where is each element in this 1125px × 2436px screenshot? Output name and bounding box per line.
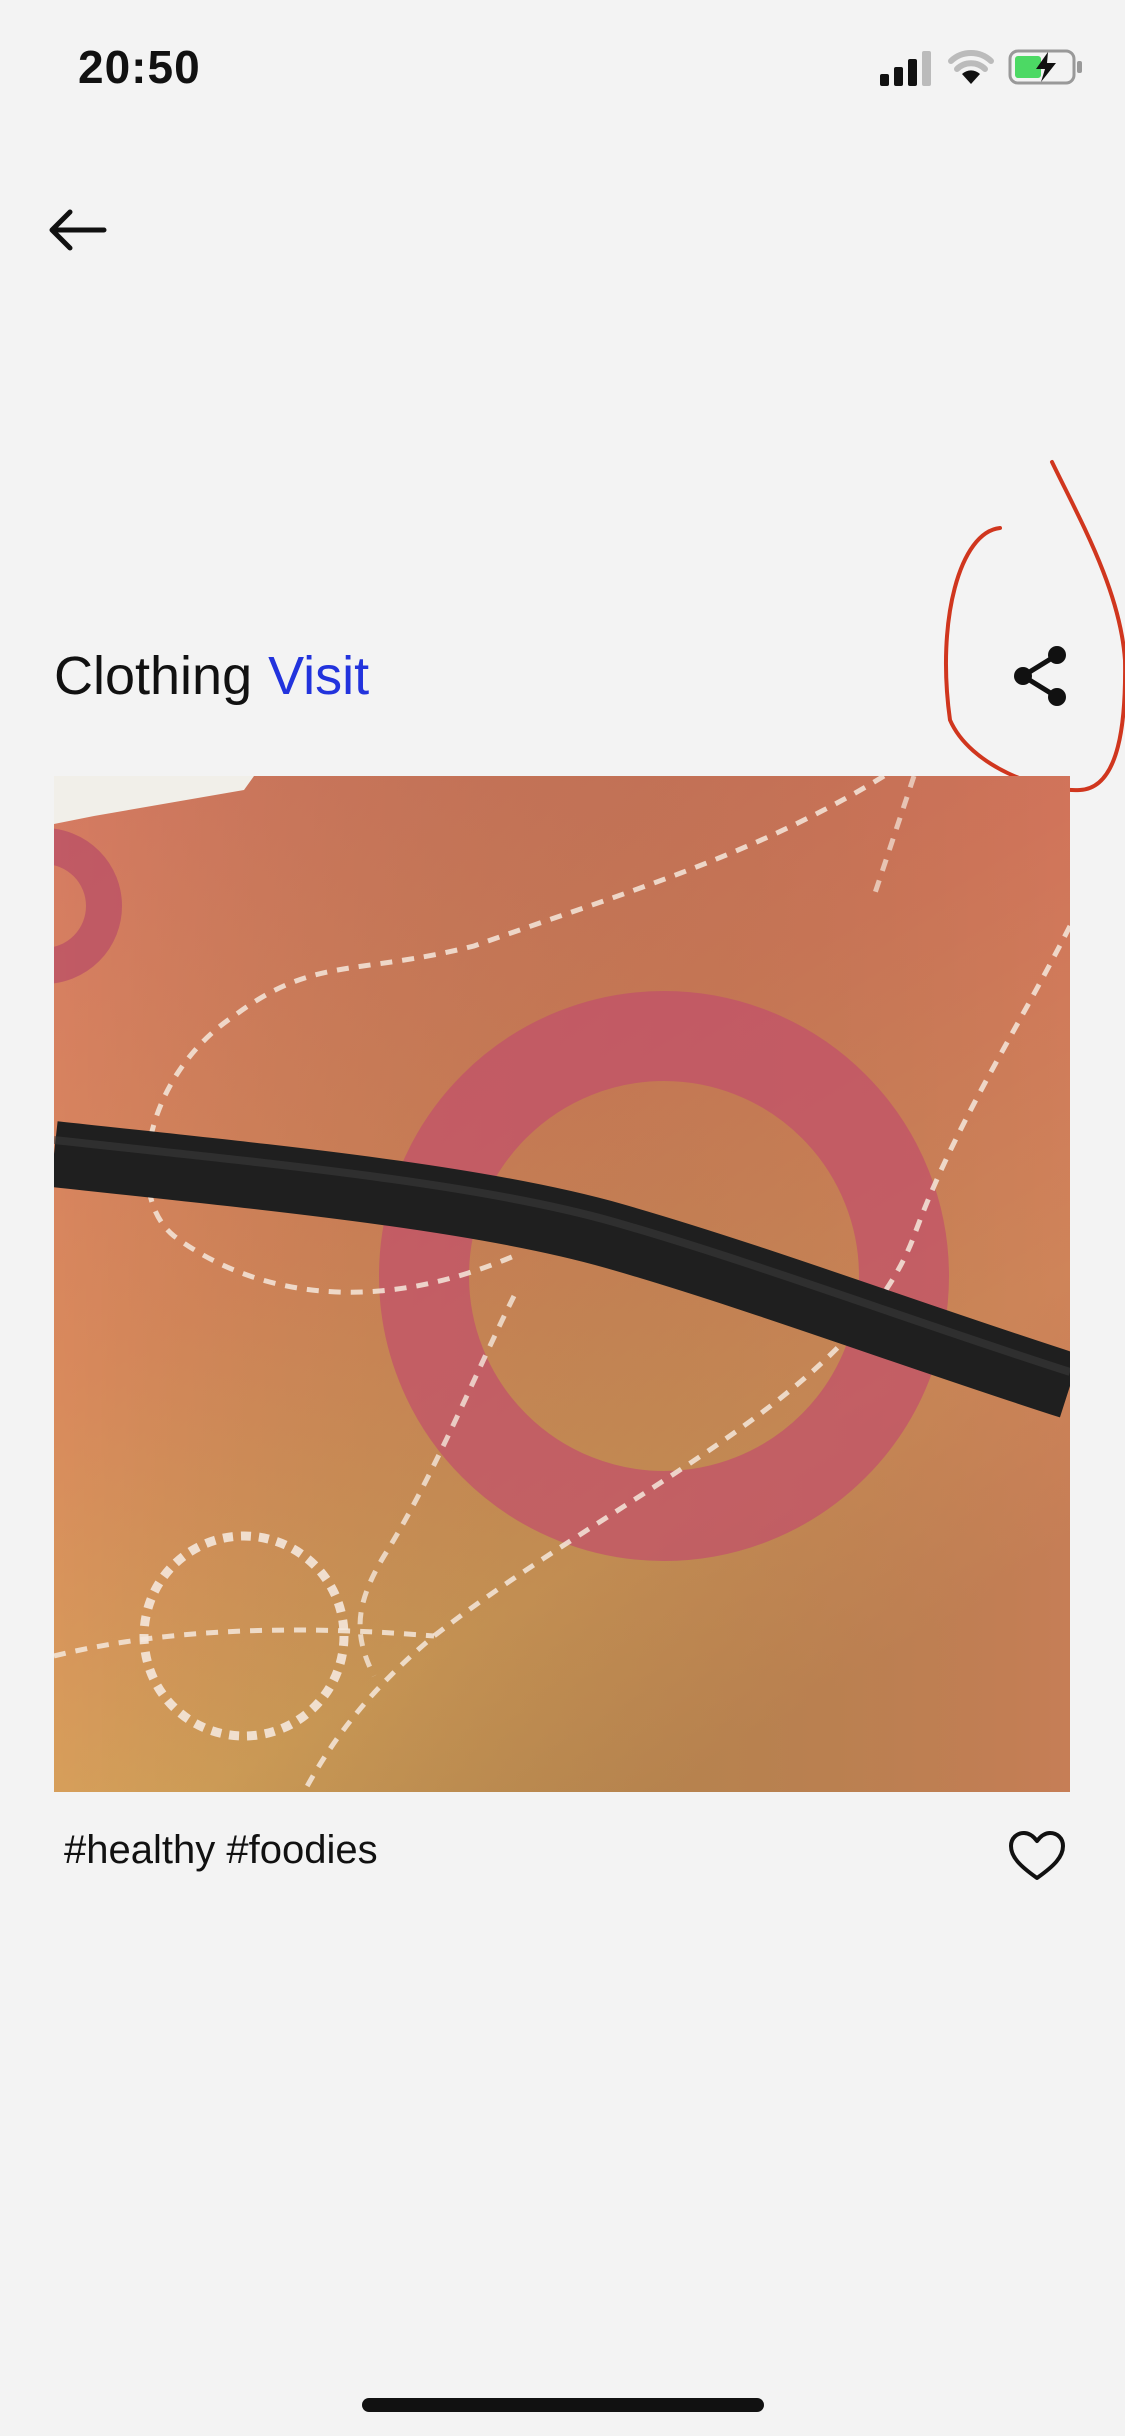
heart-outline-icon bbox=[1009, 1831, 1065, 1880]
home-indicator[interactable] bbox=[362, 2398, 764, 2412]
category-label: Clothing bbox=[54, 646, 253, 706]
cellular-signal-icon bbox=[880, 51, 931, 86]
back-button[interactable] bbox=[40, 196, 114, 264]
annotation-circle bbox=[943, 460, 1125, 793]
wifi-icon bbox=[948, 50, 994, 84]
arrow-left-icon bbox=[49, 209, 107, 251]
share-button[interactable] bbox=[1000, 636, 1080, 716]
status-time: 20:50 bbox=[78, 41, 201, 93]
status-bar: 20:50 bbox=[0, 0, 1125, 140]
share-icon bbox=[1014, 646, 1066, 706]
post-image[interactable] bbox=[54, 776, 1070, 1792]
hashtags: #healthy #foodies bbox=[64, 1828, 378, 1872]
photo-illustration bbox=[54, 776, 1070, 1792]
like-button[interactable] bbox=[1000, 1822, 1074, 1890]
post-header: Clothing Visit bbox=[54, 640, 369, 712]
visit-link[interactable]: Visit bbox=[268, 645, 369, 707]
battery-charging-icon bbox=[1008, 49, 1082, 85]
